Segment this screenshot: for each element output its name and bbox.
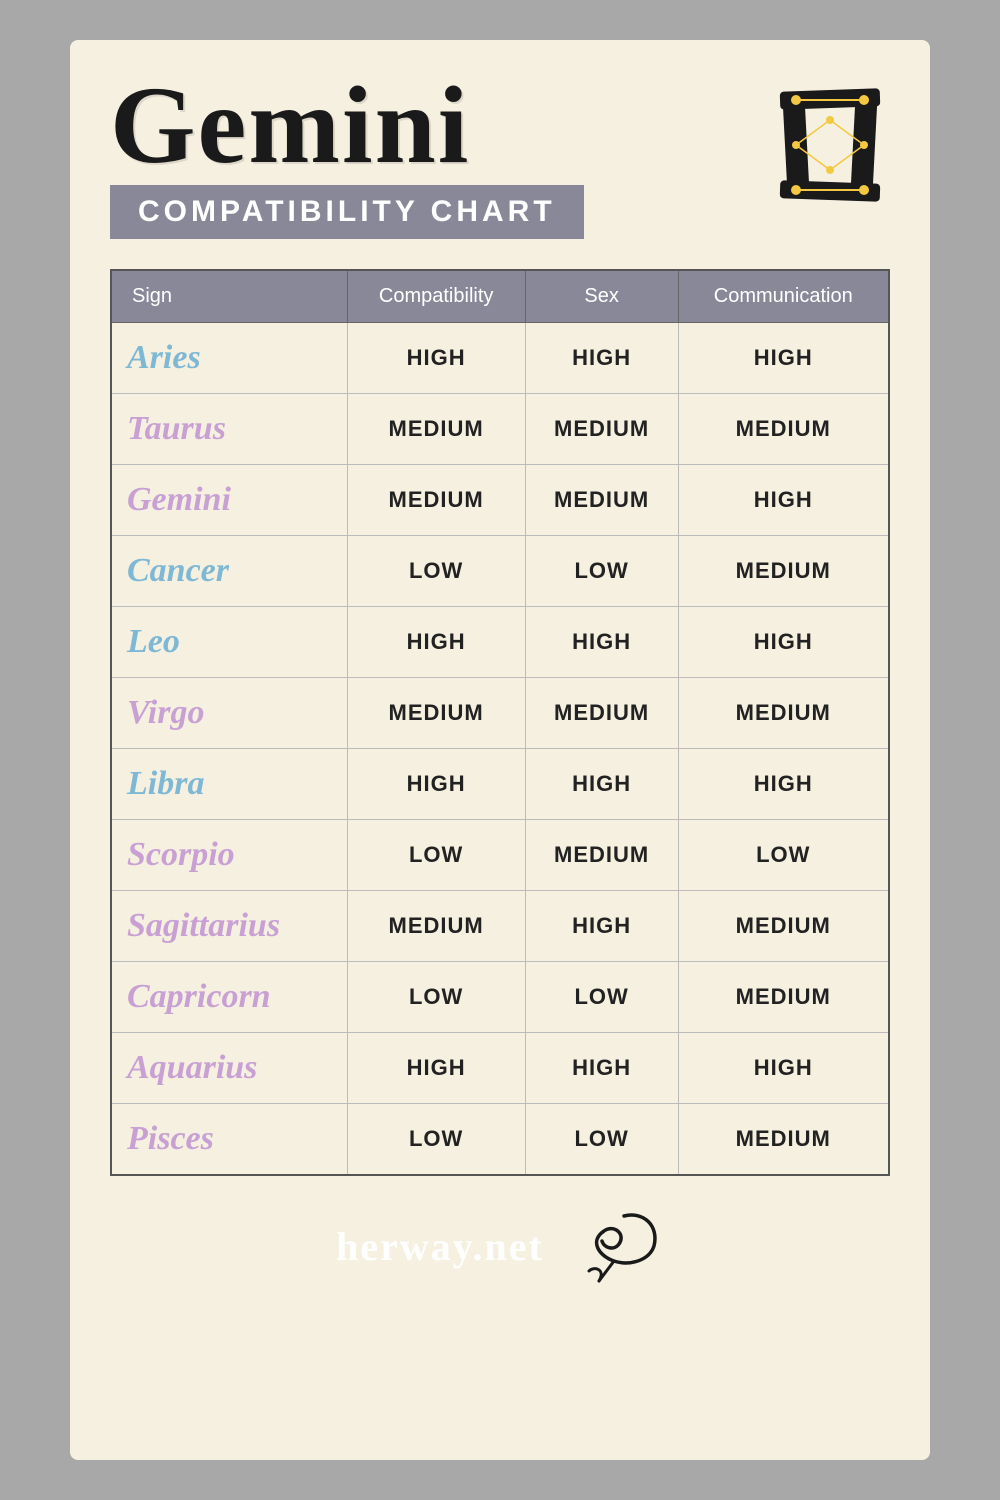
comm-cell-scorpio: LOW: [678, 820, 889, 891]
table-row: GeminiMEDIUMMEDIUMHIGH: [111, 465, 889, 536]
table-row: TaurusMEDIUMMEDIUMMEDIUM: [111, 394, 889, 465]
compat-cell-gemini: MEDIUM: [347, 465, 525, 536]
comm-cell-libra: HIGH: [678, 749, 889, 820]
footer: herway.net: [336, 1206, 664, 1286]
table-row: Sagittarius MEDIUMHIGHMEDIUM: [111, 891, 889, 962]
table-row: CapricornLOWLOWMEDIUM: [111, 962, 889, 1033]
table-row: AquariusHIGHHIGHHIGH: [111, 1033, 889, 1104]
comm-cell-taurus: MEDIUM: [678, 394, 889, 465]
comm-cell-cancer: MEDIUM: [678, 536, 889, 607]
subtitle-bar: COMPATIBILITY CHART: [110, 185, 584, 239]
compat-cell-libra: HIGH: [347, 749, 525, 820]
compat-cell-pisces: LOW: [347, 1104, 525, 1176]
table-row: LibraHIGHHIGHHIGH: [111, 749, 889, 820]
sign-cell-capricorn: Capricorn: [111, 962, 347, 1033]
sign-name-aquarius: Aquarius: [127, 1049, 257, 1086]
gemini-symbol-icon: [770, 80, 890, 210]
sign-name-taurus: Taurus: [127, 410, 226, 447]
compat-cell-leo: HIGH: [347, 607, 525, 678]
title-area: Gemini COMPATIBILITY CHART: [110, 70, 584, 239]
col-header-sign: Sign: [111, 270, 347, 323]
sex-cell-gemini: MEDIUM: [525, 465, 678, 536]
table-row: Scorpio LOWMEDIUMLOW: [111, 820, 889, 891]
sign-cell-aquarius: Aquarius: [111, 1033, 347, 1104]
table-header-row: Sign Compatibility Sex Communication: [111, 270, 889, 323]
compat-cell-cancer: LOW: [347, 536, 525, 607]
comm-cell-sagittarius: MEDIUM: [678, 891, 889, 962]
site-name: herway.net: [336, 1223, 544, 1270]
sign-cell-libra: Libra: [111, 749, 347, 820]
sign-name-sagittarius: Sagittarius: [127, 907, 280, 944]
table-row: VirgoMEDIUMMEDIUMMEDIUM: [111, 678, 889, 749]
sign-name-aries: Aries: [127, 339, 201, 376]
sign-cell-leo: Leo: [111, 607, 347, 678]
sex-cell-scorpio: MEDIUM: [525, 820, 678, 891]
compat-cell-aquarius: HIGH: [347, 1033, 525, 1104]
sex-cell-cancer: LOW: [525, 536, 678, 607]
compat-cell-scorpio: LOW: [347, 820, 525, 891]
swirl-icon: [564, 1206, 664, 1286]
sign-name-cancer: Cancer: [127, 552, 229, 589]
sign-name-leo: Leo: [127, 623, 180, 660]
sign-name-pisces: Pisces: [127, 1120, 214, 1157]
comm-cell-capricorn: MEDIUM: [678, 962, 889, 1033]
subtitle-text: COMPATIBILITY CHART: [138, 195, 556, 228]
sign-name-scorpio: Scorpio: [127, 836, 235, 873]
comm-cell-aquarius: HIGH: [678, 1033, 889, 1104]
table-row: AriesHIGHHIGHHIGH: [111, 323, 889, 394]
comm-cell-pisces: MEDIUM: [678, 1104, 889, 1176]
sign-name-capricorn: Capricorn: [127, 978, 271, 1015]
sex-cell-leo: HIGH: [525, 607, 678, 678]
compat-cell-sagittarius: MEDIUM: [347, 891, 525, 962]
table-row: CancerLOWLOWMEDIUM: [111, 536, 889, 607]
col-header-compatibility: Compatibility: [347, 270, 525, 323]
sign-name-virgo: Virgo: [127, 694, 204, 731]
compatibility-table: Sign Compatibility Sex Communication Ari…: [110, 269, 890, 1176]
col-header-communication: Communication: [678, 270, 889, 323]
table-row: PiscesLOWLOWMEDIUM: [111, 1104, 889, 1176]
sign-cell-sagittarius: Sagittarius: [111, 891, 347, 962]
sign-cell-gemini: Gemini: [111, 465, 347, 536]
sign-cell-virgo: Virgo: [111, 678, 347, 749]
compat-cell-aries: HIGH: [347, 323, 525, 394]
header: Gemini COMPATIBILITY CHART: [110, 70, 890, 239]
compat-cell-virgo: MEDIUM: [347, 678, 525, 749]
sign-cell-cancer: Cancer: [111, 536, 347, 607]
gemini-symbol-area: [770, 80, 890, 210]
sex-cell-sagittarius: HIGH: [525, 891, 678, 962]
col-header-sex: Sex: [525, 270, 678, 323]
sign-name-libra: Libra: [127, 765, 204, 802]
main-card: Gemini COMPATIBILITY CHART: [70, 40, 930, 1460]
title-gemini: Gemini: [110, 70, 470, 180]
sign-cell-pisces: Pisces: [111, 1104, 347, 1176]
table-row: LeoHIGHHIGHHIGH: [111, 607, 889, 678]
compat-cell-capricorn: LOW: [347, 962, 525, 1033]
sex-cell-pisces: LOW: [525, 1104, 678, 1176]
comm-cell-gemini: HIGH: [678, 465, 889, 536]
compat-cell-taurus: MEDIUM: [347, 394, 525, 465]
sex-cell-capricorn: LOW: [525, 962, 678, 1033]
sign-cell-aries: Aries: [111, 323, 347, 394]
sex-cell-aquarius: HIGH: [525, 1033, 678, 1104]
sex-cell-taurus: MEDIUM: [525, 394, 678, 465]
sex-cell-virgo: MEDIUM: [525, 678, 678, 749]
comm-cell-leo: HIGH: [678, 607, 889, 678]
comm-cell-virgo: MEDIUM: [678, 678, 889, 749]
sign-name-gemini: Gemini: [127, 481, 231, 518]
comm-cell-aries: HIGH: [678, 323, 889, 394]
sign-cell-taurus: Taurus: [111, 394, 347, 465]
sex-cell-libra: HIGH: [525, 749, 678, 820]
sign-cell-scorpio: Scorpio: [111, 820, 347, 891]
sex-cell-aries: HIGH: [525, 323, 678, 394]
